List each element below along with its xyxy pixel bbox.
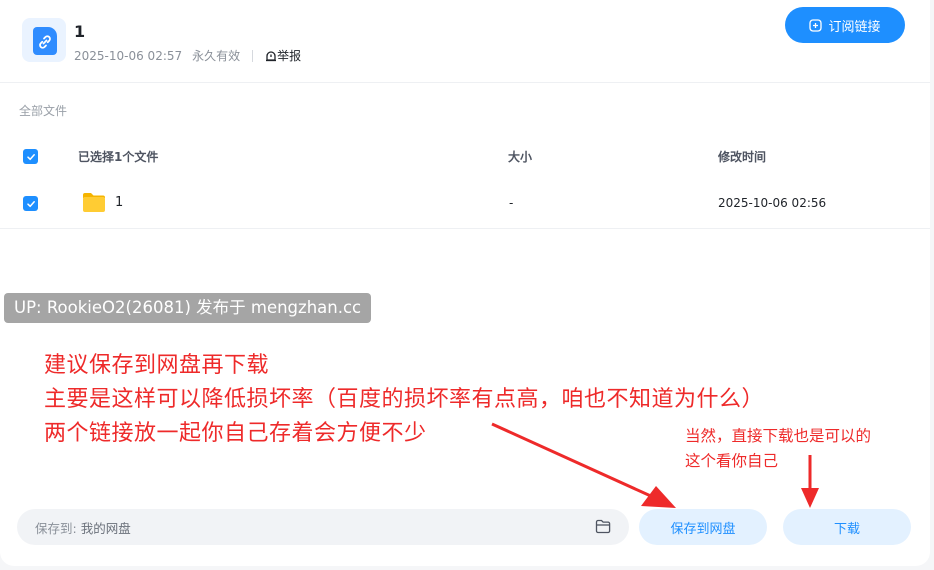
annotation-arrows: [491, 422, 819, 508]
report-link[interactable]: 举报: [265, 47, 301, 64]
share-title: 1: [74, 22, 86, 41]
warning-icon: [266, 50, 277, 61]
column-header-name: 已选择1个文件: [78, 150, 159, 164]
share-date: 2025-10-06 02:57: [74, 48, 183, 63]
save-to-netdisk-button[interactable]: 保存到网盘: [639, 509, 767, 545]
column-header-size[interactable]: 大小: [508, 148, 532, 165]
annotation-line-2: 主要是这样可以降低损坏率（百度的损坏率有点高，咱也不知道为什么）: [44, 387, 765, 412]
download-button[interactable]: 下载: [783, 509, 911, 545]
share-link-file-icon: [22, 18, 66, 62]
file-name[interactable]: 1: [115, 195, 123, 210]
share-card: 1 2025-10-06 02:57 永久有效 举报 订阅链接 全部文件 已选择…: [0, 0, 930, 566]
file-size: -: [509, 196, 514, 210]
arrow-to-download-button: [801, 455, 819, 508]
meta-divider: [252, 49, 254, 62]
save-destination-field[interactable]: 保存到: 我的网盘: [17, 509, 629, 545]
subscribe-label: 订阅链接: [828, 19, 881, 35]
save-to-label: 保存到:: [35, 520, 77, 536]
folder-icon: [83, 193, 105, 212]
breadcrumb[interactable]: 全部文件: [19, 102, 67, 119]
annotation-line-3: 两个链接放一起你自己存着会方便不少: [44, 421, 427, 446]
header-divider: [0, 82, 930, 83]
annotation-small-1: 当然，直接下载也是可以的: [685, 427, 872, 445]
folder-open-icon[interactable]: [595, 519, 611, 534]
file-modified: 2025-10-06 02:56: [718, 196, 827, 210]
annotation-small-2: 这个看你自己: [685, 452, 779, 470]
check-icon: [26, 153, 35, 160]
report-label: 举报: [277, 49, 302, 63]
select-all-checkbox[interactable]: [23, 149, 38, 164]
share-validity: 永久有效: [192, 49, 241, 63]
subscribe-link-button[interactable]: 订阅链接: [785, 7, 905, 43]
check-icon: [26, 200, 35, 207]
uploader-watermark: UP: RookieO2(26081) 发布于 mengzhan.cc: [4, 293, 372, 323]
column-header-modified[interactable]: 修改时间: [718, 148, 766, 165]
plus-square-icon: [809, 18, 823, 32]
row-checkbox[interactable]: [23, 196, 38, 211]
annotation-line-1: 建议保存到网盘再下载: [44, 353, 270, 378]
table-divider: [0, 228, 930, 229]
share-meta: 2025-10-06 02:57 永久有效 举报: [74, 47, 301, 64]
save-to-path: 我的网盘: [80, 520, 131, 536]
arrow-to-save-button: [491, 422, 676, 508]
